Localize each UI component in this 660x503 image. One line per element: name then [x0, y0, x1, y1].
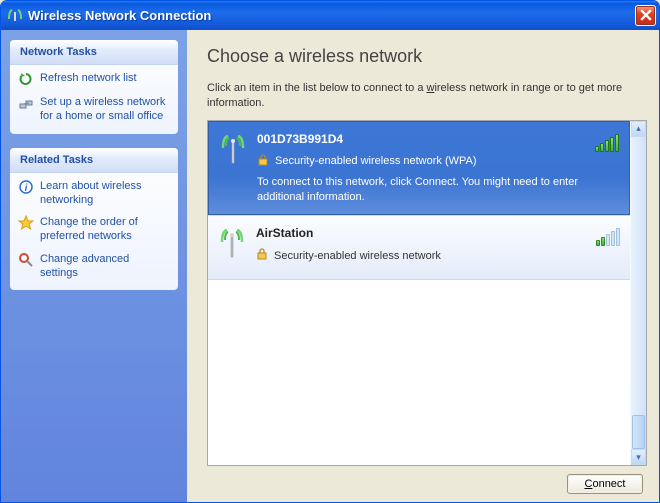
main-panel: Choose a wireless network Click an item … — [187, 30, 659, 502]
task-label: Set up a wireless network for a home or … — [40, 95, 170, 124]
task-refresh-network-list[interactable]: Refresh network list — [10, 65, 178, 89]
titlebar[interactable]: Wireless Network Connection — [1, 1, 659, 29]
instruction-text: Click an item in the list below to conne… — [207, 81, 647, 112]
network-list[interactable]: 001D73B991D4 Security-enabled wireless n… — [208, 121, 630, 465]
lock-icon — [257, 154, 269, 169]
svg-text:i: i — [25, 183, 28, 194]
task-label: Change the order of preferred networks — [40, 215, 170, 244]
task-label: Learn about wireless networking — [40, 179, 170, 208]
window: Wireless Network Connection Network Task… — [0, 0, 660, 503]
window-title: Wireless Network Connection — [28, 8, 635, 23]
scroll-track[interactable] — [631, 137, 646, 449]
sidebar: Network Tasks Refresh network list Set u… — [1, 30, 187, 502]
antenna-icon — [218, 226, 246, 269]
scroll-thumb[interactable] — [632, 415, 645, 449]
task-advanced-settings[interactable]: Change advanced settings — [10, 246, 178, 283]
network-security-row: Security-enabled wireless network — [256, 248, 586, 263]
bottom-bar: Connect — [207, 466, 647, 494]
scroll-up-button[interactable]: ▴ — [631, 121, 646, 137]
setup-network-icon — [18, 95, 34, 111]
scroll-down-button[interactable]: ▾ — [631, 449, 646, 465]
network-item-selected[interactable]: 001D73B991D4 Security-enabled wireless n… — [208, 121, 630, 216]
lock-icon — [256, 248, 268, 263]
task-change-order[interactable]: Change the order of preferred networks — [10, 209, 178, 246]
network-item[interactable]: AirStation Security-enabled wireless net… — [208, 215, 630, 280]
network-name: 001D73B991D4 — [257, 132, 585, 146]
signal-strength-icon — [596, 226, 620, 246]
instruction-pre: Click an item in the list below to conne… — [207, 82, 427, 94]
connect-button[interactable]: Connect — [567, 474, 643, 494]
network-name: AirStation — [256, 226, 586, 240]
network-tasks-panel: Network Tasks Refresh network list Set u… — [10, 40, 178, 134]
panel-header: Related Tasks — [10, 148, 178, 173]
network-list-container: 001D73B991D4 Security-enabled wireless n… — [207, 120, 647, 466]
task-learn-wireless[interactable]: i Learn about wireless networking — [10, 173, 178, 210]
task-label: Change advanced settings — [40, 252, 170, 281]
network-security-row: Security-enabled wireless network (WPA) — [257, 154, 585, 169]
settings-icon — [18, 252, 34, 268]
info-icon: i — [18, 179, 34, 195]
network-description: To connect to this network, click Connec… — [257, 175, 585, 205]
antenna-icon — [219, 132, 247, 205]
star-icon — [18, 215, 34, 231]
signal-strength-icon — [595, 132, 619, 152]
task-label: Refresh network list — [40, 71, 137, 85]
scrollbar[interactable]: ▴ ▾ — [630, 121, 646, 465]
security-text: Security-enabled wireless network (WPA) — [275, 155, 477, 167]
window-body: Network Tasks Refresh network list Set u… — [1, 29, 659, 502]
task-setup-wireless-network[interactable]: Set up a wireless network for a home or … — [10, 89, 178, 126]
network-body: 001D73B991D4 Security-enabled wireless n… — [257, 132, 585, 205]
network-body: AirStation Security-enabled wireless net… — [256, 226, 586, 269]
wireless-icon — [7, 8, 23, 22]
close-button[interactable] — [635, 5, 656, 26]
connect-label-rest: onnect — [592, 478, 625, 490]
refresh-icon — [18, 71, 34, 87]
related-tasks-panel: Related Tasks i Learn about wireless net… — [10, 148, 178, 291]
page-title: Choose a wireless network — [207, 46, 647, 67]
security-text: Security-enabled wireless network — [274, 250, 441, 262]
panel-header: Network Tasks — [10, 40, 178, 65]
